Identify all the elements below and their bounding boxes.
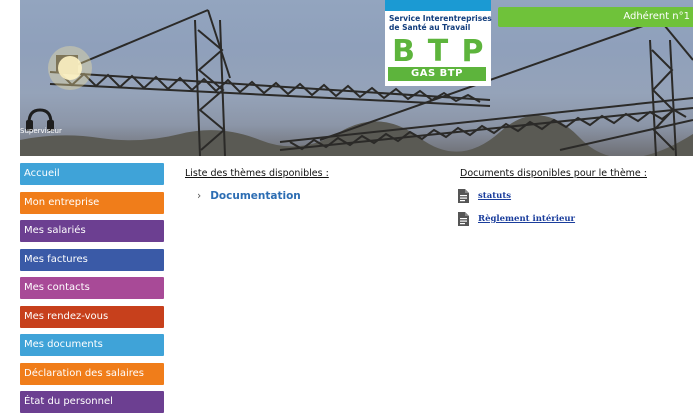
logo-btp-letters: B T P bbox=[388, 34, 488, 69]
sidebar-item-mon-entreprise[interactable]: Mon entreprise bbox=[20, 191, 164, 214]
document-icon bbox=[458, 189, 469, 203]
logo-org-name: GAS BTP bbox=[388, 67, 486, 81]
chevron-right-icon: › bbox=[197, 190, 202, 202]
sidebar-item-mes-rendez-vous[interactable]: Mes rendez-vous bbox=[20, 305, 164, 328]
adherent-number-bar: Adhérent n°1 bbox=[498, 7, 693, 27]
sist-btp-logo[interactable]: Service Interentreprises de Santé au Tra… bbox=[385, 0, 492, 86]
sidebar-item-mes-factures[interactable]: Mes factures bbox=[20, 248, 164, 271]
sidebar-menu: Accueil Mon entreprise Mes salariés Mes … bbox=[20, 163, 164, 420]
documents-list-title: Documents disponibles pour le thème : bbox=[460, 168, 647, 179]
supervisor-label: Superviseur bbox=[20, 127, 62, 135]
sidebar-item-etat-personnel[interactable]: État du personnel bbox=[20, 391, 164, 413]
logo-line-2: de Santé au Travail bbox=[389, 23, 471, 32]
logo-line-1: Service Interentreprises bbox=[389, 14, 492, 23]
theme-item-documentation[interactable]: › Documentation bbox=[197, 190, 301, 202]
document-link-reglement-interieur[interactable]: Règlement intérieur bbox=[478, 214, 575, 224]
document-icon bbox=[458, 212, 469, 226]
sidebar-item-mes-contacts[interactable]: Mes contacts bbox=[20, 277, 164, 299]
logo-top-band bbox=[385, 0, 491, 11]
logo-letter-t: T bbox=[427, 34, 449, 69]
logo-letter-b: B bbox=[392, 34, 415, 69]
sidebar-item-mes-documents[interactable]: Mes documents bbox=[20, 334, 164, 356]
theme-item-label: Documentation bbox=[210, 190, 301, 202]
logo-letter-p: P bbox=[461, 34, 484, 69]
sidebar-item-accueil[interactable]: Accueil bbox=[20, 163, 164, 185]
sidebar-item-mes-salaries[interactable]: Mes salariés bbox=[20, 220, 164, 242]
sidebar-item-declaration-salaires[interactable]: Déclaration des salaires bbox=[20, 362, 164, 385]
document-link-statuts[interactable]: statuts bbox=[478, 191, 511, 201]
themes-list-title: Liste des thèmes disponibles : bbox=[185, 168, 329, 179]
header-banner: Service Interentreprises de Santé au Tra… bbox=[20, 0, 693, 156]
